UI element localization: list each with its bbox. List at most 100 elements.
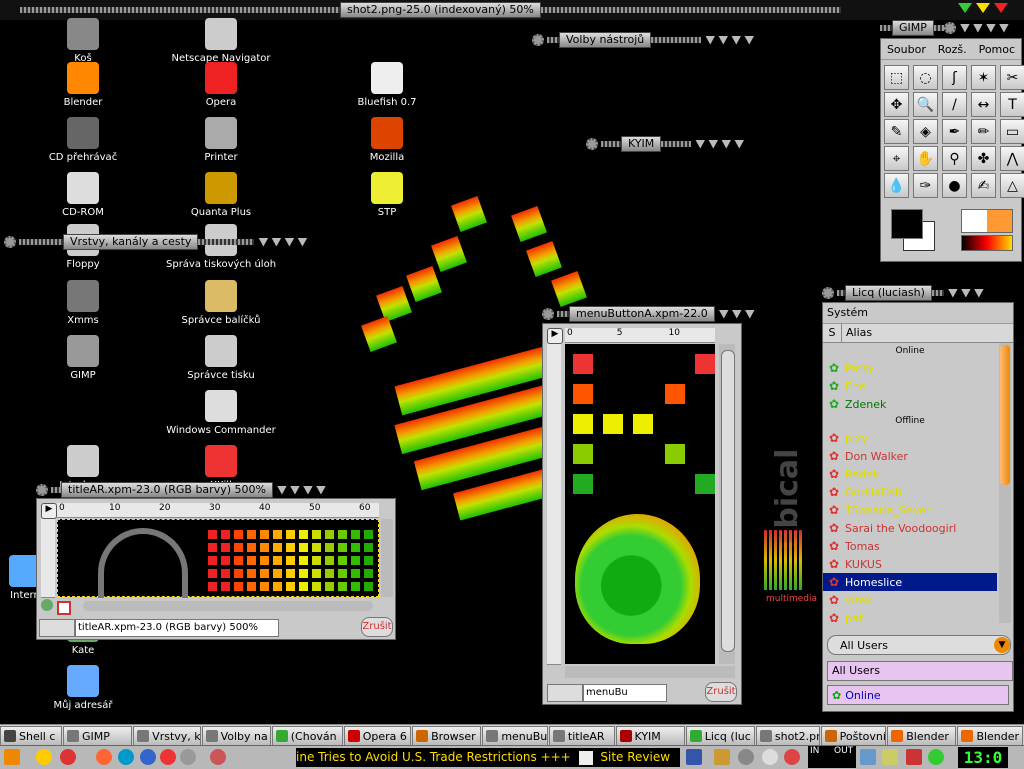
titlear-titlebar[interactable]: titleAR.xpm-23.0 (RGB barvy) 500% xyxy=(36,482,326,498)
home-icon[interactable] xyxy=(36,749,52,765)
contact-item[interactable]: ✿ Zdenek xyxy=(823,395,997,413)
ink-icon[interactable]: ✑ xyxy=(913,173,938,198)
speaker-icon[interactable] xyxy=(762,749,778,765)
fuzzy-select-icon[interactable]: ✶ xyxy=(971,65,996,90)
opera-launcher-icon[interactable] xyxy=(160,749,176,765)
smudge-icon[interactable]: ⚲ xyxy=(942,146,967,171)
taskbar-button[interactable]: Vrstvy, k xyxy=(133,726,201,746)
desktop-icon[interactable]: CD přehrávač xyxy=(28,117,138,163)
desktop-icon[interactable]: Printer xyxy=(166,117,276,163)
crop-icon[interactable]: / xyxy=(942,92,967,117)
flower-icon[interactable] xyxy=(928,749,944,765)
image-canvas[interactable] xyxy=(57,519,379,598)
taskbar-button[interactable]: Licq (luc xyxy=(685,726,755,746)
taskbar-button[interactable]: shot2.pn xyxy=(755,726,820,746)
window-buttons[interactable] xyxy=(258,237,308,247)
desktop-icon[interactable]: Opera xyxy=(166,62,276,108)
foreground-color[interactable] xyxy=(891,209,923,239)
column-status[interactable]: S xyxy=(823,324,842,342)
tool-options-titlebar[interactable]: Volby nástrojů xyxy=(532,32,755,48)
brush-icon[interactable]: ✏ xyxy=(971,119,996,144)
flip-icon[interactable]: ↔ xyxy=(971,92,996,117)
contact-item[interactable]: ✿ paf xyxy=(823,609,997,623)
desktop-icon[interactable]: Bluefish 0.7 xyxy=(332,62,442,108)
scissors-icon[interactable]: ✂ xyxy=(1000,65,1024,90)
taskbar-button[interactable]: Opera 6 xyxy=(343,726,412,746)
contact-item[interactable]: ✿ KUKUS xyxy=(823,555,997,573)
unit-field[interactable] xyxy=(547,684,583,702)
lock-icon[interactable] xyxy=(738,749,754,765)
news-ticker[interactable]: ine Tries to Avoid U.S. Trade Restrictio… xyxy=(296,748,680,767)
licq-titlebar[interactable]: Licq (luciash) xyxy=(822,285,984,301)
desktop-icon[interactable]: Windows Commander xyxy=(166,390,276,436)
blur-icon[interactable]: 💧 xyxy=(884,173,909,198)
taskbar-button[interactable]: titleAR xyxy=(548,726,615,746)
scrollbar-thumb[interactable] xyxy=(1000,345,1010,485)
menu-arrow-icon[interactable]: ▶ xyxy=(547,328,563,344)
contact-item[interactable]: ✿ vitek xyxy=(823,591,997,609)
desktop-icon[interactable]: Koš xyxy=(28,18,138,64)
horizontal-scrollbar[interactable] xyxy=(565,666,735,678)
taskbar-button[interactable]: KYIM xyxy=(615,726,685,746)
clone-icon[interactable]: ✋ xyxy=(913,146,938,171)
menubutton-titlebar[interactable]: menuButtonA.xpm-22.0 xyxy=(542,306,755,322)
contact-item[interactable]: ✿ TSonaria_Seven xyxy=(823,501,997,519)
group-select[interactable]: All Users ▼ xyxy=(827,635,1011,655)
picker-icon[interactable]: ✎ xyxy=(884,119,909,144)
color-swatches[interactable] xyxy=(889,207,939,253)
contact-scrollbar[interactable] xyxy=(999,343,1011,623)
group-box[interactable]: All Users xyxy=(827,661,1013,681)
calendar-icon[interactable] xyxy=(860,749,876,765)
dot-icon[interactable]: ● xyxy=(942,173,967,198)
dodge-icon[interactable]: ✤ xyxy=(971,146,996,171)
desktop-icon[interactable]: Správce balíčků xyxy=(166,280,276,326)
pencil-icon[interactable]: ✒ xyxy=(942,119,967,144)
bucket-icon[interactable]: ◈ xyxy=(913,119,938,144)
move-icon[interactable]: ✥ xyxy=(884,92,909,117)
desktop-icon[interactable]: Xmms xyxy=(28,280,138,326)
globe-icon[interactable] xyxy=(118,749,134,765)
taskbar-button[interactable]: Volby na xyxy=(201,726,271,746)
web-icon[interactable] xyxy=(140,749,156,765)
contact-item[interactable]: ✿ Sarai the Voodoogirl xyxy=(823,519,997,537)
desktop-icon[interactable]: CD-ROM xyxy=(28,172,138,218)
keyboard-icon[interactable] xyxy=(906,749,922,765)
menu-arrow-icon[interactable]: ▶ xyxy=(41,503,57,519)
contact-item[interactable]: ✿ Homeslice xyxy=(823,573,997,591)
measure-icon[interactable]: ⋀ xyxy=(1000,146,1024,171)
desktop-icon[interactable]: Můj adresář xyxy=(28,665,138,711)
contact-item[interactable]: ✿ Patsy xyxy=(823,359,997,377)
quickmask-icon[interactable] xyxy=(57,601,71,615)
taskbar-button[interactable]: Shell c xyxy=(0,726,62,746)
desktop-icon[interactable]: Správce tisku xyxy=(166,335,276,381)
lifebuoy-icon[interactable] xyxy=(96,749,112,765)
horizontal-scrollbar[interactable] xyxy=(83,601,373,611)
window-buttons[interactable] xyxy=(959,23,1009,33)
text-icon[interactable]: T xyxy=(1000,92,1024,117)
desktop-icon[interactable]: Netscape Navigator xyxy=(166,18,276,64)
desktop-icon[interactable]: Quanta Plus xyxy=(166,172,276,218)
window-buttons[interactable] xyxy=(276,485,326,495)
window-buttons[interactable] xyxy=(947,288,984,298)
contact-item[interactable]: ✿ Don Walker xyxy=(823,447,997,465)
minimize-icon[interactable] xyxy=(958,3,972,13)
kde-menu-icon[interactable] xyxy=(4,749,20,765)
taskbar-button[interactable]: Browser xyxy=(412,726,482,746)
kyim-titlebar[interactable]: KYIM xyxy=(586,136,745,152)
window-buttons[interactable] xyxy=(705,35,755,45)
smudge2-icon[interactable]: ✍ xyxy=(971,173,996,198)
image-window-titlebar[interactable]: shot2.png-25.0 (indexovaný) 50% xyxy=(20,2,900,18)
desktop-pager-icon[interactable] xyxy=(686,749,702,765)
taskbar-button[interactable]: Blender xyxy=(887,726,957,746)
taskbar-button[interactable]: GIMP xyxy=(62,726,133,746)
clipboard-icon[interactable] xyxy=(714,749,730,765)
licq-system-menu[interactable]: Systém xyxy=(823,303,1013,324)
status-box[interactable]: ✿ Online xyxy=(827,685,1009,705)
navigate-icon[interactable] xyxy=(41,599,53,611)
gradient-preview[interactable] xyxy=(961,235,1013,251)
menu-soubor[interactable]: Soubor xyxy=(887,43,926,56)
desktop-icon[interactable]: Mozilla xyxy=(332,117,442,163)
logout-icon[interactable] xyxy=(784,749,800,765)
desktop-icon[interactable]: STP xyxy=(332,172,442,218)
vertical-scrollbar[interactable] xyxy=(719,344,735,664)
